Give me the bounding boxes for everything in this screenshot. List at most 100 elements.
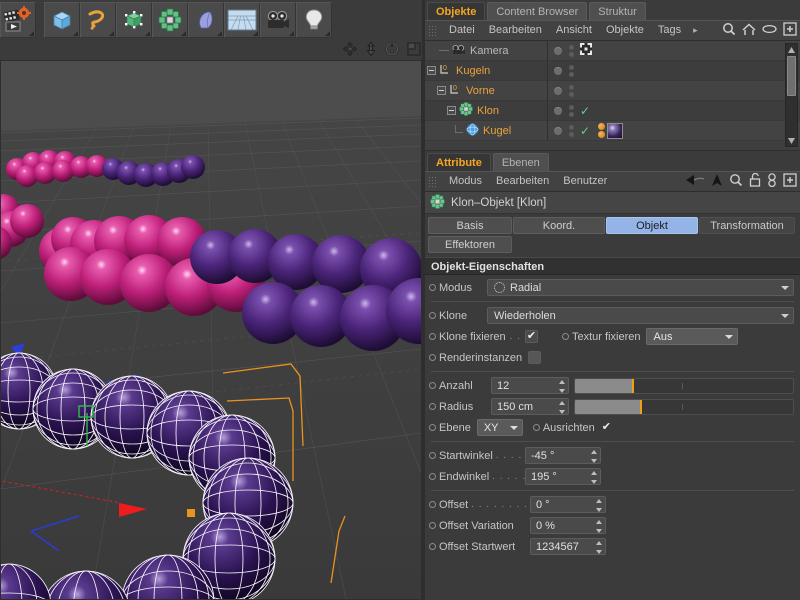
material-tag-icon[interactable]: [607, 122, 623, 139]
animate-dot[interactable]: [429, 522, 436, 529]
tag-icon[interactable]: [598, 131, 605, 138]
dropdown-modus[interactable]: Radial: [487, 279, 794, 296]
input-offset-variation[interactable]: 0 %: [530, 517, 606, 534]
enabled-check-icon[interactable]: ✓: [580, 104, 592, 118]
cube-primitive-icon[interactable]: [44, 2, 80, 38]
target-icon[interactable]: [580, 43, 592, 58]
search-icon[interactable]: [729, 173, 743, 190]
panel-grip-icon[interactable]: [428, 175, 437, 188]
visibility-dot[interactable]: [554, 126, 562, 135]
eye-icon[interactable]: [762, 24, 777, 37]
object-row-kamera[interactable]: Kamera: [425, 40, 800, 61]
menu-bearbeiten[interactable]: Bearbeiten: [489, 171, 556, 192]
tab-transformation[interactable]: Transformation: [699, 217, 795, 234]
checkbox-ausrichten[interactable]: ✔: [600, 421, 613, 434]
visibility-toggles[interactable]: [569, 104, 574, 117]
menu-benutzer[interactable]: Benutzer: [556, 171, 614, 192]
animate-dot[interactable]: [429, 501, 436, 508]
expander-icon[interactable]: [427, 66, 436, 75]
menu-ansicht[interactable]: Ansicht: [549, 20, 599, 41]
checkbox-renderinstanzen[interactable]: ✔: [528, 351, 542, 364]
animate-dot[interactable]: [429, 452, 436, 459]
tag-group[interactable]: [598, 122, 623, 139]
checkbox-klone-fixieren[interactable]: ✔: [525, 330, 538, 343]
tab-attribute[interactable]: Attribute: [427, 153, 491, 171]
menu-datei[interactable]: Datei: [442, 20, 482, 41]
rotate-view-icon[interactable]: [385, 41, 399, 59]
tab-content-browser[interactable]: Content Browser: [487, 2, 588, 20]
link-icon[interactable]: [767, 173, 777, 190]
spinner-icon[interactable]: [558, 380, 565, 393]
deformer-icon[interactable]: [188, 2, 224, 38]
slider-radius[interactable]: [574, 398, 794, 415]
tab-struktur[interactable]: Struktur: [589, 2, 646, 20]
menu-tags[interactable]: Tags: [651, 20, 688, 41]
tab-objekt[interactable]: Objekt: [606, 217, 698, 234]
object-row-vorne[interactable]: 0 Vorne: [425, 80, 800, 101]
spinner-icon[interactable]: [590, 450, 597, 463]
spinner-icon[interactable]: [590, 471, 597, 484]
tab-effektoren[interactable]: Effektoren: [428, 236, 512, 253]
spinner-icon[interactable]: [595, 520, 602, 533]
visibility-toggles[interactable]: [569, 64, 574, 77]
dropdown-ebene[interactable]: XY: [476, 419, 523, 436]
object-manager-scrollbar[interactable]: [785, 43, 798, 147]
3d-viewport[interactable]: [0, 60, 422, 600]
visibility-dot[interactable]: [554, 86, 562, 95]
input-offset[interactable]: 0 °: [530, 496, 606, 513]
animate-dot[interactable]: [429, 543, 436, 550]
animate-dot[interactable]: [532, 424, 540, 431]
camera-icon[interactable]: [260, 2, 296, 38]
menu-modus[interactable]: Modus: [442, 171, 489, 192]
light-icon[interactable]: [296, 2, 332, 38]
maximize-view-icon[interactable]: [407, 41, 421, 59]
tab-koord[interactable]: Koord.: [513, 217, 605, 234]
slider-anzahl[interactable]: [574, 377, 794, 394]
pan-view-icon[interactable]: [342, 41, 358, 59]
render-settings-icon[interactable]: [0, 2, 36, 38]
animate-dot[interactable]: [429, 473, 436, 480]
visibility-dot[interactable]: [554, 106, 562, 115]
animate-dot[interactable]: [429, 424, 436, 431]
add-icon[interactable]: [783, 173, 797, 190]
dolly-view-icon[interactable]: [365, 41, 377, 59]
visibility-toggles[interactable]: [569, 124, 574, 137]
animate-dot[interactable]: [429, 284, 436, 291]
tab-objekte[interactable]: Objekte: [427, 2, 486, 20]
tab-basis[interactable]: Basis: [428, 217, 512, 234]
dropdown-textur-fixieren[interactable]: Aus: [646, 328, 739, 345]
unlock-icon[interactable]: [749, 172, 761, 190]
animate-dot[interactable]: [429, 312, 436, 319]
animate-dot[interactable]: [429, 333, 436, 340]
mograph-cloner-icon[interactable]: [152, 2, 188, 38]
search-icon[interactable]: [722, 22, 736, 39]
tab-ebenen[interactable]: Ebenen: [492, 153, 549, 171]
add-layer-icon[interactable]: [783, 22, 797, 39]
scroll-up-icon[interactable]: [786, 44, 797, 55]
input-anzahl[interactable]: 12: [491, 377, 569, 394]
animate-dot[interactable]: [429, 403, 436, 410]
visibility-toggles[interactable]: [569, 44, 574, 57]
tag-icon[interactable]: [598, 123, 605, 130]
animate-dot[interactable]: [429, 382, 436, 389]
menu-bearbeiten[interactable]: Bearbeiten: [482, 20, 549, 41]
input-endwinkel[interactable]: 195 °: [525, 468, 601, 485]
menu-overflow-icon[interactable]: ▸: [688, 25, 703, 36]
enabled-check-icon[interactable]: ✓: [580, 124, 592, 138]
dropdown-klone[interactable]: Wiederholen: [487, 307, 794, 324]
visibility-toggles[interactable]: [569, 84, 574, 97]
input-startwinkel[interactable]: -45 °: [525, 447, 601, 464]
input-radius[interactable]: 150 cm: [491, 398, 569, 415]
spinner-icon[interactable]: [595, 541, 602, 554]
scroll-down-icon[interactable]: [786, 135, 797, 146]
scrollbar-thumb[interactable]: [787, 56, 796, 96]
expander-icon[interactable]: [437, 86, 446, 95]
animate-dot[interactable]: [429, 354, 436, 361]
menu-objekte[interactable]: Objekte: [599, 20, 651, 41]
back-arrow-icon[interactable]: [685, 174, 705, 189]
panel-grip-icon[interactable]: [428, 24, 437, 37]
spinner-icon[interactable]: [558, 401, 565, 414]
input-offset-startwert[interactable]: 1234567: [530, 538, 606, 555]
object-row-kugeln[interactable]: 0 Kugeln: [425, 60, 800, 81]
object-row-kugel[interactable]: Kugel ✓: [425, 120, 800, 141]
